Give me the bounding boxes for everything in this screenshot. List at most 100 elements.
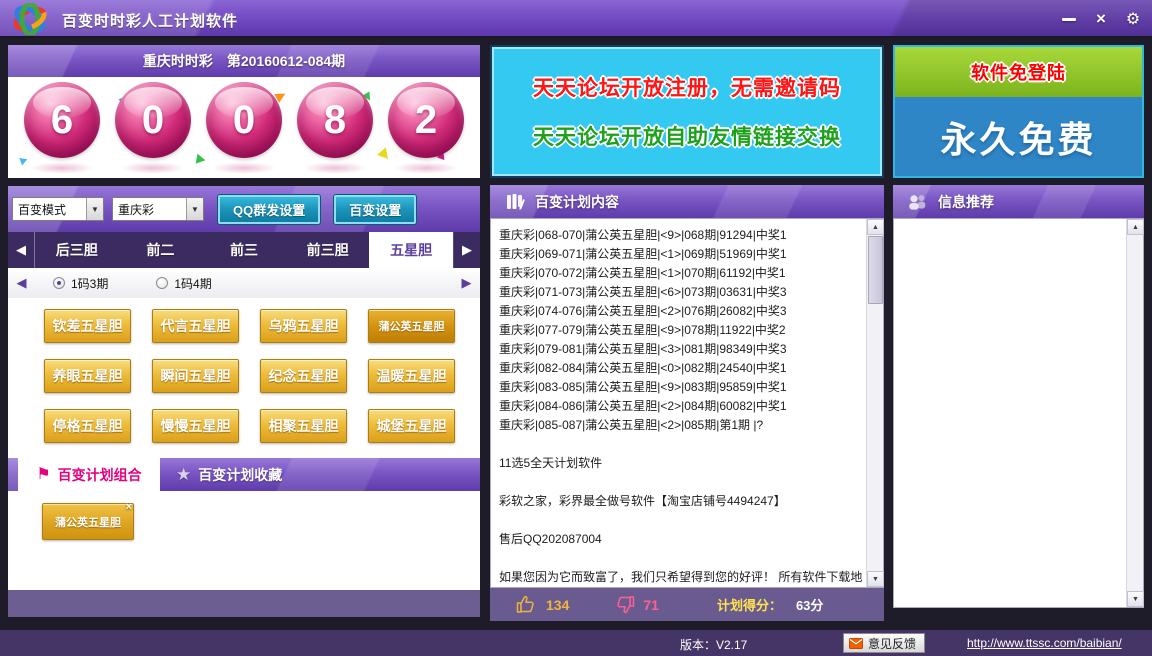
- tab-plan-combo-label: 百变计划组合: [58, 465, 142, 485]
- plan-type-button[interactable]: 温暖五星胆: [368, 359, 455, 393]
- tabs-next-arrow[interactable]: ▶: [453, 232, 480, 268]
- app-window: 百变时时彩人工计划软件 × ⚙ 重庆时时彩 第20160612-084期 6 0…: [0, 0, 1152, 656]
- plan-line: 重庆彩|070-072|蒲公英五星胆|<1>|070期|61192|中奖1: [499, 264, 863, 283]
- star-icon: ★: [176, 466, 191, 483]
- lottery-select[interactable]: 重庆彩 ▼: [112, 197, 204, 221]
- tab-strip: 后三胆 前二 前三 前三胆 五星胆: [35, 232, 453, 268]
- plan-line: 11选5全天计划软件: [499, 454, 863, 473]
- feedback-label: 意见反馈: [868, 635, 916, 652]
- scroll-down-icon[interactable]: ▼: [1127, 591, 1144, 607]
- plan-type-button[interactable]: 相聚五星胆: [260, 409, 347, 443]
- lottery-header: 重庆时时彩 第20160612-084期: [8, 45, 480, 77]
- period-option-row: ◀ 1码3期 1码4期 ▶: [8, 268, 480, 298]
- tabs-prev-arrow[interactable]: ◀: [8, 232, 35, 268]
- tab-plan-favorites-label: 百变计划收藏: [198, 465, 282, 485]
- plan-type-button[interactable]: 瞬间五星胆: [152, 359, 239, 393]
- tab-plan-combo[interactable]: ⚑ 百变计划组合: [18, 458, 160, 491]
- confetti-icon: [376, 147, 388, 161]
- plan-line: [499, 435, 863, 454]
- combo-chip[interactable]: 蒲公英五星胆 ×: [42, 503, 134, 540]
- score-value: 63分: [796, 595, 823, 614]
- tab-housandan[interactable]: 后三胆: [35, 232, 119, 268]
- promo-body: 永久免费: [895, 97, 1142, 176]
- radio-icon[interactable]: [53, 277, 65, 289]
- feedback-button[interactable]: 意见反馈: [843, 633, 925, 653]
- plan-type-button[interactable]: 慢慢五星胆: [152, 409, 239, 443]
- promo-panel: 软件免登陆 永久免费: [893, 45, 1144, 178]
- plan-line: 重庆彩|084-086|蒲公英五星胆|<2>|084期|60082|中奖1: [499, 397, 863, 416]
- lottery-issue: 第20160612-084期: [227, 51, 345, 71]
- tab-qiansandan[interactable]: 前三胆: [286, 232, 370, 268]
- app-logo-icon: [10, 3, 50, 35]
- plan-content-box[interactable]: 重庆彩|068-070|蒲公英五星胆|<9>|068期|91294|中奖1重庆彩…: [490, 218, 884, 588]
- info-list-box[interactable]: ▲ ▼: [893, 218, 1144, 608]
- footer-bar: 版本：V2.17 意见反馈 http://www.ttssc.com/baibi…: [0, 630, 1152, 656]
- tab-qiansan[interactable]: 前三: [202, 232, 286, 268]
- plan-line: [499, 473, 863, 492]
- left-bottom-strip: [8, 590, 480, 617]
- plan-type-button[interactable]: 停格五星胆: [44, 409, 131, 443]
- scroll-up-icon[interactable]: ▲: [1127, 219, 1144, 235]
- plan-line: 重庆彩|071-073|蒲公英五星胆|<6>|073期|03631|中奖3: [499, 283, 863, 302]
- info-panel-title: 信息推荐: [938, 192, 994, 212]
- lottery-ball: 0: [115, 82, 191, 158]
- ball-digit: 0: [233, 98, 255, 143]
- score-display: 计划得分： 63分: [717, 595, 823, 614]
- lottery-ball: 8: [297, 82, 373, 158]
- dislike-button[interactable]: 71: [613, 595, 659, 614]
- mail-icon: [849, 638, 863, 649]
- radio-1ma3qi[interactable]: 1码3期: [53, 275, 108, 292]
- radio-icon[interactable]: [156, 277, 168, 289]
- plan-type-button[interactable]: 城堡五星胆: [368, 409, 455, 443]
- period-prev-arrow[interactable]: ◀: [8, 275, 35, 291]
- plan-type-button[interactable]: 钦差五星胆: [44, 309, 131, 343]
- period-next-arrow[interactable]: ▶: [453, 275, 480, 291]
- plan-line: 重庆彩|085-087|蒲公英五星胆|<2>|085期|第1期 |?: [499, 416, 863, 435]
- flag-icon: ⚑: [36, 467, 50, 483]
- radio-1ma4qi[interactable]: 1码4期: [156, 275, 211, 292]
- chevron-down-icon[interactable]: ▼: [86, 198, 103, 220]
- baibian-settings-button[interactable]: 百变设置: [334, 195, 416, 224]
- plan-line: 重庆彩|068-070|蒲公英五星胆|<9>|068期|91294|中奖1: [499, 226, 863, 245]
- plan-button-grid: 钦差五星胆 代言五星胆 乌鸦五星胆 蒲公英五星胆 养眼五星胆 瞬间五星胆 纪念五…: [8, 298, 480, 458]
- promo-header-text: 软件免登陆: [971, 59, 1066, 85]
- plan-type-button[interactable]: 代言五星胆: [152, 309, 239, 343]
- plan-content-header: 百变计划内容: [490, 185, 884, 218]
- banner-line-2: 天天论坛开放自助友情链接交换: [533, 121, 841, 151]
- plan-line: [499, 549, 863, 568]
- plan-type-button-selected[interactable]: 蒲公英五星胆: [368, 309, 455, 343]
- like-button[interactable]: 134: [516, 595, 569, 614]
- website-link[interactable]: http://www.ttssc.com/baibian/: [967, 636, 1122, 650]
- thumbs-up-icon: [516, 595, 538, 614]
- mode-select[interactable]: 百变模式 ▼: [12, 197, 104, 221]
- scroll-down-icon[interactable]: ▼: [867, 571, 884, 587]
- tab-plan-favorites[interactable]: ★ 百变计划收藏: [176, 458, 282, 491]
- tab-qianer[interactable]: 前二: [119, 232, 203, 268]
- lottery-ball: 0: [206, 82, 282, 158]
- combo-tab-header: ⚑ 百变计划组合 ★ 百变计划收藏: [8, 458, 480, 491]
- plan-type-button[interactable]: 纪念五星胆: [260, 359, 347, 393]
- scrollbar-thumb[interactable]: [868, 236, 883, 304]
- minimize-button[interactable]: [1056, 8, 1082, 30]
- ball-digit: 2: [415, 98, 437, 143]
- plan-type-button[interactable]: 养眼五星胆: [44, 359, 131, 393]
- settings-gear-button[interactable]: ⚙: [1120, 8, 1146, 30]
- info-scrollbar[interactable]: ▲ ▼: [1126, 219, 1143, 607]
- plan-line: 重庆彩|069-071|蒲公英五星胆|<1>|069期|51969|中奖1: [499, 245, 863, 264]
- close-button[interactable]: ×: [1088, 8, 1114, 30]
- lottery-result-panel: 重庆时时彩 第20160612-084期 6 0 0 8 2: [8, 45, 480, 178]
- plan-type-button[interactable]: 乌鸦五星胆: [260, 309, 347, 343]
- chevron-down-icon[interactable]: ▼: [186, 198, 203, 220]
- tab-wuxingdan[interactable]: 五星胆: [369, 232, 453, 268]
- ball-area: 6 0 0 8 2: [8, 77, 480, 178]
- radio-label: 1码4期: [174, 275, 211, 292]
- info-panel-header: 信息推荐: [893, 185, 1144, 218]
- plan-scrollbar[interactable]: ▲ ▼: [866, 219, 883, 587]
- ball-digit: 8: [324, 98, 346, 143]
- scroll-up-icon[interactable]: ▲: [867, 219, 884, 235]
- lottery-select-value: 重庆彩: [113, 198, 186, 220]
- ball-digit: 0: [142, 98, 164, 143]
- qq-group-settings-button[interactable]: QQ群发设置: [218, 195, 320, 224]
- plan-line: 彩软之家，彩界最全做号软件【淘宝店铺号4494247】: [499, 492, 863, 511]
- chip-close-icon[interactable]: ×: [126, 501, 132, 513]
